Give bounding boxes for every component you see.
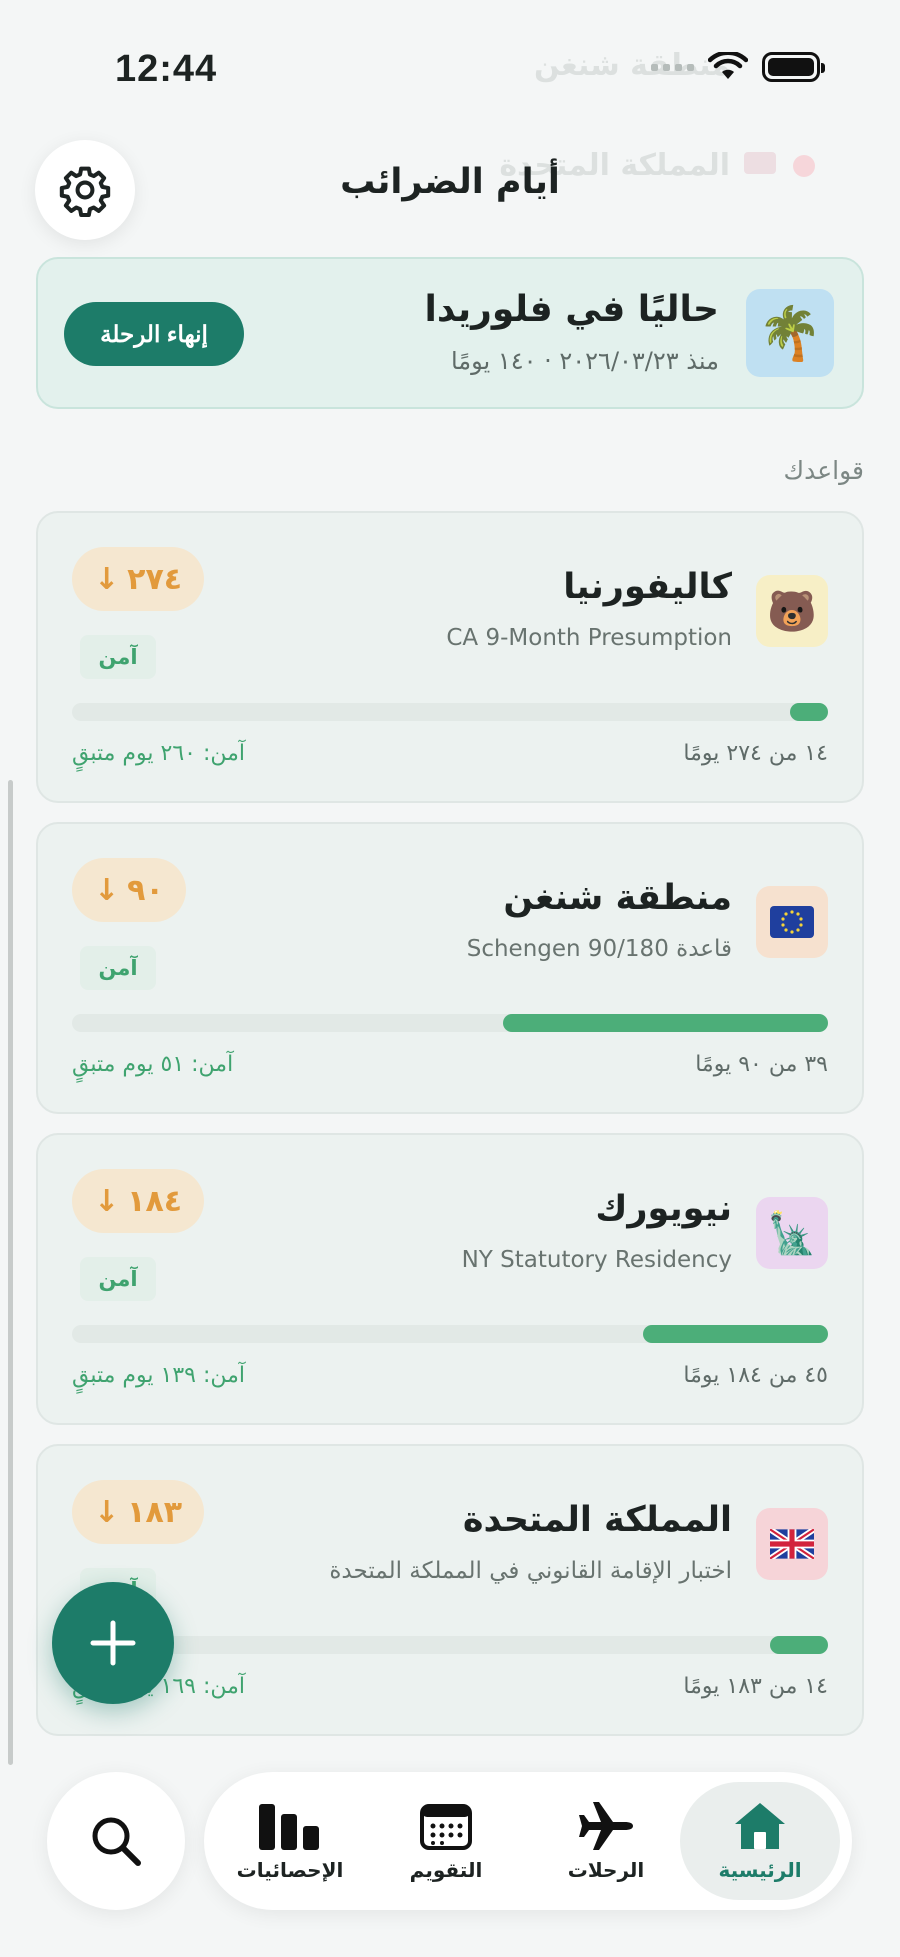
end-trip-button[interactable]: إنهاء الرحلة	[64, 302, 244, 366]
limit-badge: ↓ ١٨٤	[72, 1169, 205, 1233]
eu-flag-icon	[756, 886, 828, 958]
progress-bar	[72, 1014, 828, 1032]
home-icon	[735, 1803, 785, 1849]
current-trip-subtitle: منذ ٢٠٢٦/٠٣/٢٣ · ١٤٠ يومًا	[450, 347, 719, 375]
arrow-down-icon: ↓	[94, 1183, 120, 1219]
rule-subtitle: قاعدة Schengen 90/180	[466, 936, 732, 962]
scrollbar[interactable]	[8, 780, 13, 1765]
progress-bar	[72, 1636, 828, 1654]
limit-value: ١٨٤	[127, 1183, 183, 1219]
rule-subtitle: اختبار الإقامة القانوني في المملكة المتح…	[329, 1558, 732, 1584]
palm-tree-icon: 🌴	[746, 289, 834, 377]
limit-badge: ↓ ١٨٣	[72, 1480, 205, 1544]
limit-value: ٩٠	[127, 872, 164, 908]
limit-value: ٢٧٤	[127, 561, 183, 597]
tab-label: الرحلات	[567, 1858, 645, 1882]
days-used: ٤٥ من ١٨٤ يومًا	[683, 1363, 828, 1388]
tab-bar: الرئيسية الرحلات التقويم الإحصائيات	[204, 1772, 852, 1910]
arrow-down-icon: ↓	[94, 1494, 120, 1530]
wifi-icon	[708, 52, 748, 79]
tab-stats[interactable]: الإحصائيات	[210, 1782, 370, 1900]
rule-card-schengen[interactable]: منطقة شنغن قاعدة Schengen 90/180 ↓ ٩٠ آمن…	[36, 822, 864, 1114]
progress-fill	[642, 1325, 828, 1343]
rule-subtitle: NY Statutory Residency	[461, 1247, 732, 1273]
progress-fill	[502, 1014, 828, 1032]
days-used: ٣٩ من ٩٠ يومًا	[695, 1052, 828, 1077]
chart-icon	[259, 1804, 319, 1850]
status-time: 12:44	[115, 48, 218, 90]
days-used: ١٤ من ١٨٣ يومًا	[683, 1674, 828, 1699]
plus-icon	[90, 1620, 136, 1666]
days-remaining: آمن: ١٣٩ يوم متبقٍ	[72, 1363, 246, 1388]
section-label-rules: قواعدك	[783, 456, 864, 485]
tab-label: الرئيسية	[718, 1858, 802, 1882]
rule-name: منطقة شنغن	[503, 878, 732, 918]
progress-fill	[790, 703, 828, 721]
rule-card-new-york[interactable]: 🗽 نيويورك NY Statutory Residency ↓ ١٨٤ آم…	[36, 1133, 864, 1425]
add-trip-button[interactable]	[52, 1582, 174, 1704]
search-icon	[92, 1817, 141, 1866]
current-trip-card[interactable]: 🌴 حاليًا في فلوريدا منذ ٢٠٢٦/٠٣/٢٣ · ١٤٠…	[36, 257, 864, 409]
status-icons	[651, 52, 825, 82]
days-remaining: آمن: ٥١ يوم متبقٍ	[72, 1052, 234, 1077]
limit-badge: ↓ ٩٠	[72, 858, 186, 922]
progress-bar	[72, 703, 828, 721]
days-remaining: آمن: ٢٦٠ يوم متبقٍ	[72, 741, 246, 766]
signal-icon	[651, 63, 694, 71]
tab-calendar[interactable]: التقويم	[366, 1782, 526, 1900]
progress-fill	[769, 1636, 828, 1654]
rule-name: المملكة المتحدة	[462, 1500, 732, 1540]
calendar-icon	[420, 1804, 472, 1850]
tab-home[interactable]: الرئيسية	[680, 1782, 840, 1900]
search-button[interactable]	[47, 1772, 185, 1910]
status-badge: آمن	[80, 946, 156, 990]
tab-label: الإحصائيات	[236, 1858, 344, 1882]
limit-value: ١٨٣	[127, 1494, 183, 1530]
airplane-icon	[579, 1802, 633, 1850]
arrow-down-icon: ↓	[94, 872, 120, 908]
rule-card-united-kingdom[interactable]: المملكة المتحدة اختبار الإقامة القانوني …	[36, 1444, 864, 1736]
rule-subtitle: CA 9-Month Presumption	[446, 625, 732, 651]
status-badge: آمن	[80, 1257, 156, 1301]
rule-name: نيويورك	[595, 1189, 732, 1229]
bear-icon: 🐻	[756, 575, 828, 647]
progress-bar	[72, 1325, 828, 1343]
page-title: أيام الضرائب	[340, 162, 560, 202]
limit-badge: ↓ ٢٧٤	[72, 547, 205, 611]
tab-trips[interactable]: الرحلات	[526, 1782, 686, 1900]
status-badge: آمن	[80, 635, 156, 679]
current-trip-title: حاليًا في فلوريدا	[424, 289, 719, 330]
rule-card-california[interactable]: 🐻 كاليفورنيا CA 9-Month Presumption ↓ ٢٧٤…	[36, 511, 864, 803]
days-used: ١٤ من ٢٧٤ يومًا	[683, 741, 828, 766]
arrow-down-icon: ↓	[94, 561, 120, 597]
statue-of-liberty-icon: 🗽	[756, 1197, 828, 1269]
battery-icon	[762, 52, 825, 82]
tab-label: التقويم	[409, 1858, 483, 1882]
uk-flag-icon	[756, 1508, 828, 1580]
rule-name: كاليفورنيا	[563, 567, 732, 607]
